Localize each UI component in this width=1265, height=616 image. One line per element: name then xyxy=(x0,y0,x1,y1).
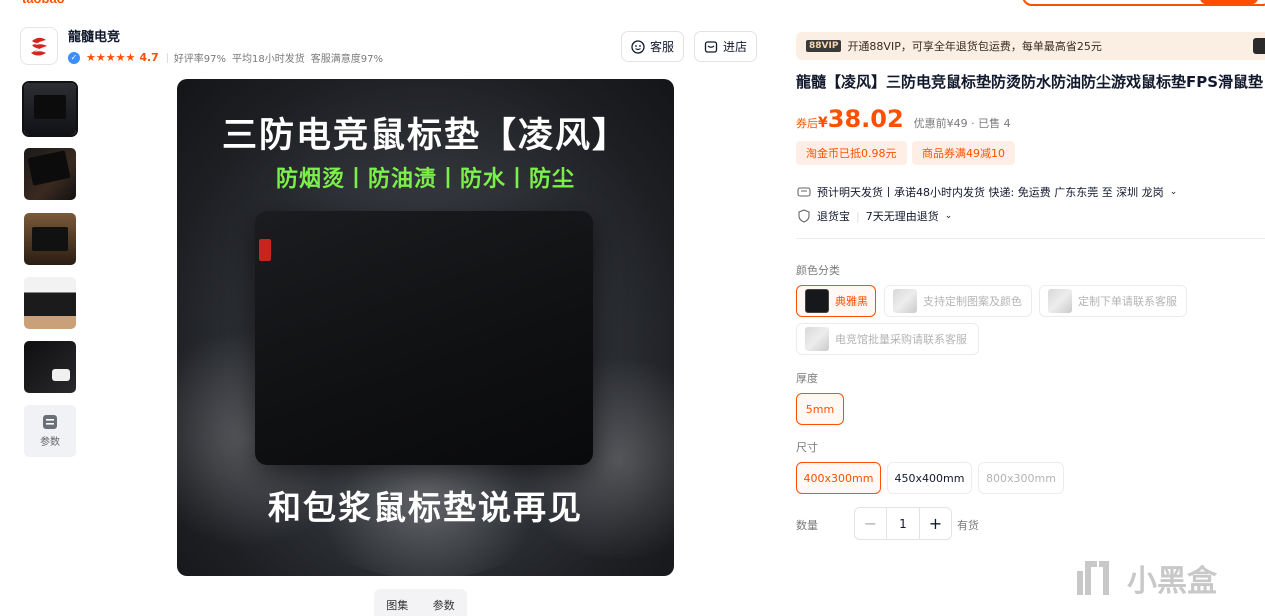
increment-button[interactable]: + xyxy=(919,508,951,539)
image-headline: 三防电竞鼠标垫【凌风】 xyxy=(221,116,629,156)
swatch-image xyxy=(805,327,829,351)
search-button[interactable] xyxy=(1200,0,1258,4)
price-original: 优惠前¥49 · 已售 4 xyxy=(913,117,1011,130)
tab-params[interactable]: 参数 xyxy=(433,597,455,613)
size-option-450x400[interactable]: 450x400mm xyxy=(887,462,972,494)
shop-meta: ✓ ★★★★★ 4.7 好评率97% 平均18小时发货 客服满意度97% xyxy=(68,50,389,65)
good-rate: 好评率97% xyxy=(173,54,227,65)
thumbnail-5[interactable] xyxy=(24,341,76,393)
chevron-down-icon: ⌄ xyxy=(1169,187,1178,197)
rating-stars-icon: ★★★★★ xyxy=(86,51,136,64)
returns-text: 7天无理由退货 xyxy=(865,210,939,223)
color-label: 颜色分类 xyxy=(796,264,840,277)
chat-face-icon xyxy=(631,39,645,54)
vip-tag: 88VIP xyxy=(806,40,842,52)
price-label: 券后 xyxy=(796,117,818,130)
color-option-custom-pattern[interactable]: 支持定制图案及颜色 xyxy=(884,285,1032,317)
shop-logo[interactable] xyxy=(20,27,58,65)
product-title: 龍髓【凌风】三防电竞鼠标垫防烫防水防油防尘游戏鼠标垫FPS滑鼠垫 xyxy=(796,73,1264,91)
thumbnail-1[interactable] xyxy=(22,81,78,137)
size-option-800x300[interactable]: 800x300mm xyxy=(978,462,1064,494)
shipping-text: 预计明天发货丨承诺48小时内发货 快递: 免运费 广东东莞 至 深圳 龙岗 xyxy=(817,186,1164,199)
quantity-value[interactable]: 1 xyxy=(887,517,919,531)
thumbnail-4[interactable] xyxy=(24,277,76,329)
thumbnail-2[interactable] xyxy=(24,148,76,200)
stock-status: 有货 xyxy=(957,519,979,532)
params-thumbnail[interactable]: 参数 xyxy=(24,405,76,457)
watermark-text: 小黑盒 xyxy=(1127,564,1217,599)
returns-row[interactable]: 退货宝 | 7天无理由退货 ⌄ xyxy=(797,208,952,224)
store-icon xyxy=(704,40,718,53)
swatch-image xyxy=(805,289,829,313)
chevron-down-icon: ⌄ xyxy=(944,211,953,221)
tab-gallery[interactable]: 图集 xyxy=(386,597,408,613)
taobao-logo[interactable]: taobao xyxy=(22,0,65,6)
shop-name[interactable]: 龍髓电竞 xyxy=(68,26,120,45)
coupon-store[interactable]: 商品券满49减10 xyxy=(912,141,1015,165)
satisfaction: 客服满意度97% xyxy=(310,54,384,65)
color-option-label: 支持定制图案及颜色 xyxy=(923,295,1022,308)
swatch-image xyxy=(893,289,917,313)
enter-store-label: 进店 xyxy=(722,40,747,54)
thickness-option-5mm[interactable]: 5mm xyxy=(796,393,844,425)
divider: | xyxy=(856,209,860,223)
main-product-image[interactable]: 三防电竞鼠标垫【凌风】 防烟烫丨防油渍丨防水丨防尘 和包浆鼠标垫说再见 xyxy=(177,79,674,576)
watermark: 小黑盒 xyxy=(1075,556,1217,600)
vip-arrow-icon[interactable] xyxy=(1253,38,1265,54)
quantity-stepper[interactable]: − 1 + xyxy=(854,507,952,540)
color-option-black[interactable]: 典雅黑 xyxy=(796,285,876,317)
quantity-label: 数量 xyxy=(796,519,818,532)
thickness-label: 厚度 xyxy=(796,372,818,385)
delivery-icon xyxy=(797,187,811,197)
color-option-label: 定制下单请联系客服 xyxy=(1078,295,1177,308)
size-option-400x300[interactable]: 400x300mm xyxy=(796,462,881,494)
thumbnail-3[interactable] xyxy=(24,213,76,265)
params-thumbnail-label: 参数 xyxy=(40,437,60,448)
price-row: 券后 ¥ 38.02 优惠前¥49 · 已售 4 xyxy=(796,105,1011,133)
size-label: 尺寸 xyxy=(796,441,818,454)
color-option-bulk[interactable]: 电竞馆批量采购请联系客服 xyxy=(796,323,979,355)
customer-service-label: 客服 xyxy=(649,40,674,54)
gallery-tabs: 图集 参数 xyxy=(374,589,467,616)
swatch-image xyxy=(1048,289,1072,313)
price-symbol: ¥ xyxy=(818,115,828,131)
mousepad-image xyxy=(255,211,593,465)
decrement-button[interactable]: − xyxy=(855,508,887,539)
enter-store-button[interactable]: 进店 xyxy=(694,31,757,62)
search-bar[interactable] xyxy=(1022,0,1265,6)
divider xyxy=(796,238,1265,239)
color-option-custom-order[interactable]: 定制下单请联系客服 xyxy=(1039,285,1187,317)
shipping-row[interactable]: 预计明天发货丨承诺48小时内发货 快递: 免运费 广东东莞 至 深圳 龙岗 ⌄ xyxy=(797,184,1177,200)
coupon-coins[interactable]: 淘金币已抵0.98元 xyxy=(796,141,907,165)
price-value: 38.02 xyxy=(827,105,904,133)
image-slogan: 和包浆鼠标垫说再见 xyxy=(268,488,583,527)
color-option-label: 典雅黑 xyxy=(835,295,868,308)
verified-badge-icon: ✓ xyxy=(68,51,80,64)
returns-shield-icon xyxy=(798,209,810,223)
heybox-logo-icon xyxy=(1077,561,1109,595)
ship-time: 平均18小时发货 xyxy=(232,54,305,65)
customer-service-button[interactable]: 客服 xyxy=(621,31,684,62)
params-icon xyxy=(43,415,57,429)
image-features: 防烟烫丨防油渍丨防水丨防尘 xyxy=(275,167,575,192)
divider xyxy=(166,52,168,63)
vip-banner[interactable]: 88VIP 开通88VIP，可享全年退货包运费，每单最高省25元 xyxy=(796,32,1265,60)
dragon-logo-icon xyxy=(31,37,47,56)
vip-text: 开通88VIP，可享全年退货包运费，每单最高省25元 xyxy=(847,40,1102,53)
returns-label: 退货宝 xyxy=(817,210,850,223)
color-option-label: 电竞馆批量采购请联系客服 xyxy=(835,333,967,346)
pad-logo-icon xyxy=(259,239,271,261)
shop-rating: 4.7 xyxy=(139,51,159,64)
